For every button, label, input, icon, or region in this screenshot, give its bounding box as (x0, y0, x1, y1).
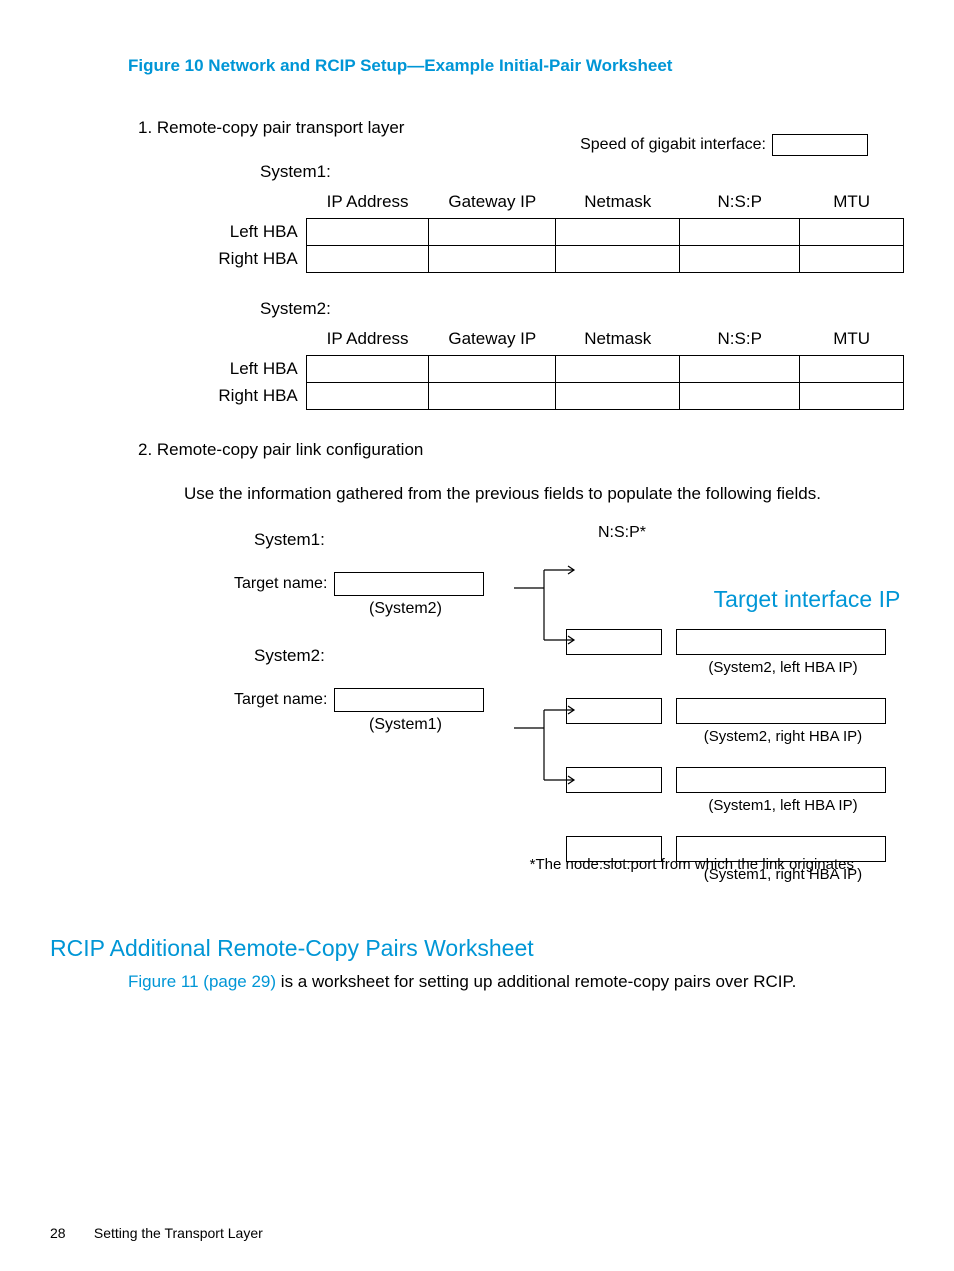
system1-block: System1: IP Address Gateway IP Netmask N… (210, 162, 904, 273)
system2-label: System2: (260, 299, 904, 319)
target-ip-input[interactable] (676, 767, 886, 793)
row-left-hba: Left HBA (210, 356, 306, 383)
cell[interactable] (800, 356, 904, 383)
section-2-title: 2. Remote-copy pair link configuration (138, 440, 904, 460)
annot-d: (System1, right HBA IP) (678, 866, 888, 883)
nsp-input[interactable] (566, 836, 662, 862)
link-system1-label: System1: (254, 530, 514, 550)
system2-block: System2: IP Address Gateway IP Netmask N… (210, 299, 904, 410)
cell[interactable] (680, 383, 800, 410)
target-name-label: Target name: (234, 575, 334, 593)
cell[interactable] (800, 383, 904, 410)
nsp-input[interactable] (566, 767, 662, 793)
link-entry (566, 698, 936, 724)
col-gw: Gateway IP (429, 329, 556, 356)
page: Figure 10 Network and RCIP Setup—Example… (0, 0, 954, 1271)
col-ip: IP Address (306, 192, 429, 219)
link-entry (566, 629, 936, 655)
system2-table: IP Address Gateway IP Netmask N:S:P MTU … (210, 329, 904, 410)
link-config-area: System1: Target name: (System2) System2:… (184, 530, 904, 850)
footer-title: Setting the Transport Layer (94, 1225, 263, 1241)
col-mtu: MTU (800, 192, 904, 219)
target-name-input-2[interactable] (334, 688, 484, 712)
link-entry (566, 836, 936, 862)
target-name-input-1[interactable] (334, 572, 484, 596)
target-sub-2: (System1) (369, 716, 514, 734)
paragraph-rest: is a worksheet for setting up additional… (276, 972, 796, 991)
target-row: Target name: (234, 688, 514, 712)
annot-a: (System2, left HBA IP) (678, 659, 888, 676)
nsp-input[interactable] (566, 629, 662, 655)
target-ip-input[interactable] (676, 629, 886, 655)
cell[interactable] (306, 383, 429, 410)
cell[interactable] (800, 219, 904, 246)
speed-input[interactable] (772, 134, 868, 156)
target-ip-input[interactable] (676, 698, 886, 724)
annot-b: (System2, right HBA IP) (678, 728, 888, 745)
cell[interactable] (429, 219, 556, 246)
row-right-hba: Right HBA (210, 246, 306, 273)
page-footer: 28 Setting the Transport Layer (50, 1225, 263, 1241)
speed-label: Speed of gigabit interface: (580, 136, 766, 154)
table-row: Right HBA (210, 246, 904, 273)
cell[interactable] (556, 246, 680, 273)
cell[interactable] (800, 246, 904, 273)
col-nsp: N:S:P (680, 192, 800, 219)
cell[interactable] (556, 383, 680, 410)
cell[interactable] (556, 356, 680, 383)
target-name-label: Target name: (234, 691, 334, 709)
cell[interactable] (429, 246, 556, 273)
speed-row: Speed of gigabit interface: (580, 134, 868, 156)
link-entry (566, 767, 936, 793)
col-mtu: MTU (800, 329, 904, 356)
cell[interactable] (306, 356, 429, 383)
figure-caption: Figure 10 Network and RCIP Setup—Example… (128, 56, 904, 76)
target-row: Target name: (234, 572, 514, 596)
system1-table: IP Address Gateway IP Netmask N:S:P MTU … (210, 192, 904, 273)
col-nm: Netmask (556, 329, 680, 356)
figure-xref-link[interactable]: Figure 11 (page 29) (128, 972, 276, 991)
cell[interactable] (680, 246, 800, 273)
cell[interactable] (306, 246, 429, 273)
nsp-input[interactable] (566, 698, 662, 724)
table-row: Right HBA (210, 383, 904, 410)
col-nsp-star: N:S:P* (566, 524, 678, 623)
col-gw: Gateway IP (429, 192, 556, 219)
heading-rcip-additional: RCIP Additional Remote-Copy Pairs Worksh… (50, 935, 904, 962)
section-2-instruction: Use the information gathered from the pr… (184, 484, 844, 504)
link-system2-label: System2: (254, 646, 514, 666)
cell[interactable] (680, 219, 800, 246)
target-ip-input[interactable] (676, 836, 886, 862)
cell[interactable] (306, 219, 429, 246)
row-left-hba: Left HBA (210, 219, 306, 246)
link-left-column: System1: Target name: (System2) System2:… (234, 530, 514, 762)
row-right-hba: Right HBA (210, 383, 306, 410)
page-number: 28 (50, 1225, 90, 1241)
cell[interactable] (556, 219, 680, 246)
cell[interactable] (429, 383, 556, 410)
annot-c: (System1, left HBA IP) (678, 797, 888, 814)
paragraph: Figure 11 (page 29) is a worksheet for s… (128, 972, 904, 992)
system1-label: System1: (260, 162, 904, 182)
cell[interactable] (429, 356, 556, 383)
col-nm: Netmask (556, 192, 680, 219)
table-row: Left HBA (210, 356, 904, 383)
table-row: Left HBA (210, 219, 904, 246)
col-nsp: N:S:P (680, 329, 800, 356)
target-sub-1: (System2) (369, 600, 514, 618)
col-target-ip: Target interface IP (678, 586, 936, 613)
cell[interactable] (680, 356, 800, 383)
col-ip: IP Address (306, 329, 429, 356)
link-right-column: N:S:P* Target interface IP (System2, lef… (566, 524, 936, 887)
